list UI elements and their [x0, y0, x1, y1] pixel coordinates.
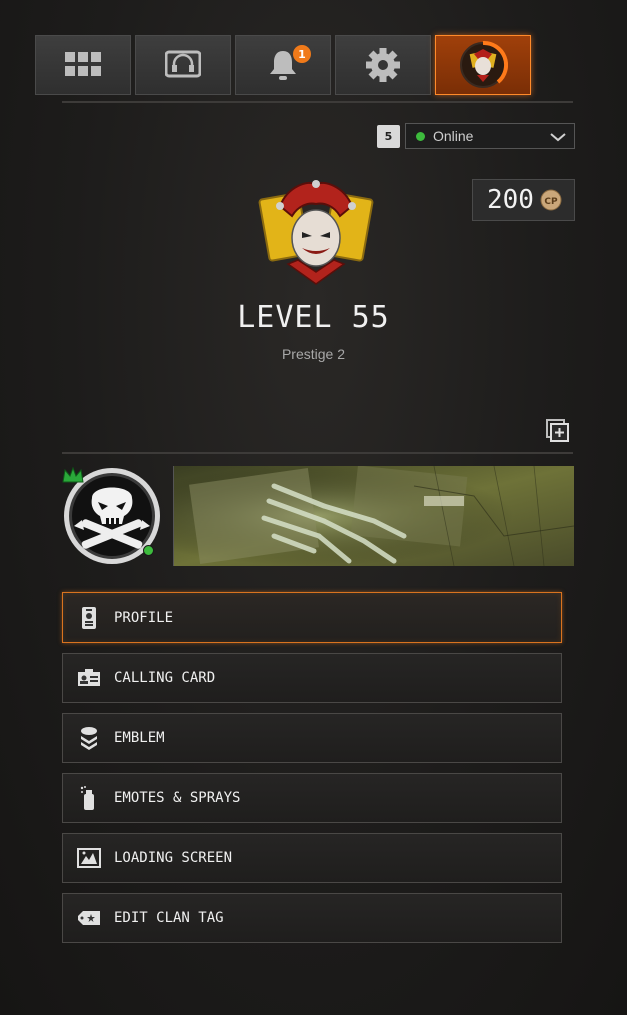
crown-icon [62, 466, 84, 483]
player-level: LEVEL 55 [237, 300, 390, 335]
tab-settings[interactable] [335, 35, 431, 95]
calling-card-icon [77, 666, 101, 690]
svg-text:CP: CP [544, 197, 558, 207]
gear-icon [366, 48, 400, 82]
emblem-online-dot [143, 545, 154, 556]
add-square-icon[interactable] [546, 419, 570, 443]
top-divider [62, 101, 573, 103]
calling-card-image[interactable] [173, 466, 574, 566]
top-tab-bar: 1 [35, 35, 531, 95]
party-count-badge: 5 [377, 125, 400, 148]
player-prestige: Prestige 2 [281, 346, 346, 362]
profile-menu: PROFILE CALLING CARD EMBLEM EMOTES & SPR… [62, 592, 564, 953]
menu-item-emotes-sprays[interactable]: EMOTES & SPRAYS [62, 773, 562, 823]
cod-points-balance[interactable]: 200 CP [472, 179, 575, 221]
headset-icon [165, 50, 201, 78]
notification-count-badge: 1 [293, 45, 311, 63]
chevron-down-icon [550, 133, 566, 142]
menu-item-label: LOADING SCREEN [114, 850, 233, 866]
loading-screen-icon [77, 846, 101, 870]
id-badge-icon [77, 606, 101, 630]
tab-menu-grid[interactable] [35, 35, 131, 95]
clan-tag-icon [77, 906, 101, 930]
skeleton-hand-calling-card-icon [174, 466, 574, 566]
menu-item-calling-card[interactable]: CALLING CARD [62, 653, 562, 703]
tab-profile[interactable] [435, 35, 531, 95]
menu-item-label: EMOTES & SPRAYS [114, 790, 241, 806]
menu-item-loading-screen[interactable]: LOADING SCREEN [62, 833, 562, 883]
cod-points-amount: 200 [487, 185, 534, 215]
middle-divider [62, 452, 573, 454]
menu-item-label: EDIT CLAN TAG [114, 910, 224, 926]
online-status-label: Online [433, 128, 474, 144]
menu-item-edit-clan-tag[interactable]: EDIT CLAN TAG [62, 893, 562, 943]
online-status-dot [416, 131, 425, 141]
jester-avatar-icon [460, 40, 508, 88]
menu-item-emblem[interactable]: EMBLEM [62, 713, 562, 763]
grid-icon [65, 52, 101, 76]
menu-item-label: PROFILE [114, 609, 174, 626]
spray-can-icon [77, 786, 101, 810]
profile-panel: 1 5 Online 200 CP LEVEL 55 Prestige 2 PR… [0, 0, 627, 1015]
tab-social[interactable] [135, 35, 231, 95]
cod-points-coin-icon: CP [540, 189, 562, 211]
tab-notifications[interactable]: 1 [235, 35, 331, 95]
status-row: 5 Online [377, 123, 575, 149]
online-status-dropdown[interactable]: Online [405, 123, 575, 149]
menu-item-label: CALLING CARD [114, 670, 216, 686]
chevron-emblem-icon [77, 726, 101, 750]
menu-item-profile[interactable]: PROFILE [62, 592, 562, 643]
menu-item-label: EMBLEM [114, 730, 165, 746]
jester-rank-emblem-icon [258, 180, 374, 285]
